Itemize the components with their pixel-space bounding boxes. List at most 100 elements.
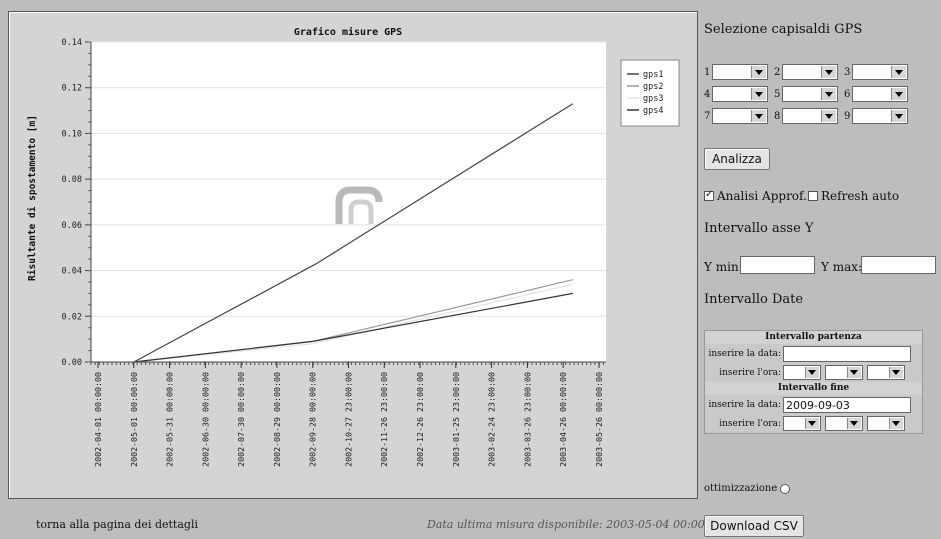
end-minute-select[interactable]: [825, 416, 863, 431]
download-csv-button[interactable]: Download CSV: [704, 515, 804, 537]
selector-row-2: 4 5 6: [704, 85, 914, 103]
analisi-label: Analisi Approf.: [717, 189, 807, 203]
gps-select-9[interactable]: [852, 108, 908, 124]
chevron-down-icon: [821, 66, 836, 78]
chevron-down-icon: [751, 88, 766, 100]
chevron-down-icon: [805, 418, 819, 429]
chevron-down-icon: [889, 367, 903, 378]
x-tick-label: 2002-08-29 00:00:00: [272, 372, 282, 467]
chevron-down-icon: [751, 110, 766, 122]
x-tick-label: 2003-01-25 23:00:00: [451, 372, 461, 467]
start-hour-select[interactable]: [783, 365, 821, 380]
y-tick-label: 0.08: [62, 175, 82, 185]
y-axis-label: Risultante di spostamento [m]: [27, 115, 38, 281]
selector-row-1: 1 2 3: [704, 63, 914, 81]
y-tick-label: 0.12: [62, 84, 82, 94]
gps-select-4[interactable]: [712, 86, 768, 102]
y-tick-label: 0.14: [62, 38, 82, 48]
legend-label: gps1: [643, 70, 663, 80]
gps-select-5[interactable]: [782, 86, 838, 102]
x-tick-label: 2002-09-28 00:00:00: [308, 372, 318, 467]
gps-select-7[interactable]: [712, 108, 768, 124]
end-hour-select[interactable]: [783, 416, 821, 431]
ymin-label: Y min:: [704, 260, 743, 274]
chevron-down-icon: [821, 110, 836, 122]
gps-chart: 0.00 0.02 0.04 0.06 0.08 0.10 0.12 0.14 2002-04-…: [8, 11, 698, 499]
gps-select-6[interactable]: [852, 86, 908, 102]
selector-number: 5: [774, 88, 781, 100]
analyze-button[interactable]: Analizza: [704, 148, 770, 170]
legend: gps1 gps2 gps3 gps4: [620, 59, 680, 127]
chart-title: Grafico misure GPS: [294, 26, 402, 38]
legend-label: gps4: [643, 106, 663, 116]
selector-number: 6: [844, 88, 851, 100]
analisi-approf-checkbox[interactable]: Analisi Approf.: [704, 189, 807, 203]
x-tick-label: 2003-05-26 00:00:00: [594, 372, 604, 467]
start-second-select[interactable]: [867, 365, 905, 380]
end-time-label: inserire l'ora:: [719, 418, 781, 429]
chevron-down-icon: [847, 418, 861, 429]
chevron-down-icon: [889, 418, 903, 429]
end-header: Intervallo fine: [705, 382, 922, 395]
legend-label: gps3: [643, 94, 663, 104]
chevron-down-icon: [891, 110, 906, 122]
x-tick-label: 2002-05-01 00:00:00: [129, 372, 139, 467]
checkbox-icon: [808, 191, 818, 201]
start-time-label: inserire l'ora:: [719, 367, 781, 378]
refresh-auto-checkbox[interactable]: Refresh auto: [808, 189, 899, 203]
x-tick-label: 2003-04-26 00:00:00: [558, 372, 568, 467]
x-tick-label: 2002-07-30 00:00:00: [236, 372, 246, 467]
x-tick-label: 2002-04-01 00:00:00: [93, 372, 103, 467]
chevron-down-icon: [891, 88, 906, 100]
refresh-label: Refresh auto: [821, 189, 900, 203]
selector-row-3: 7 8 9: [704, 107, 914, 125]
optimization-label: ottimizzazione: [704, 483, 778, 494]
y-tick-label: 0.02: [62, 312, 82, 322]
y-tick-label: 0.10: [62, 129, 82, 139]
checkbox-icon: [704, 189, 714, 201]
gps-select-3[interactable]: [852, 64, 908, 80]
chevron-down-icon: [805, 367, 819, 378]
selector-number: 2: [774, 66, 781, 78]
selector-number: 7: [704, 110, 711, 122]
chevron-down-icon: [821, 88, 836, 100]
x-tick-label: 2002-06-30 00:00:00: [200, 372, 210, 467]
selector-number: 1: [704, 66, 711, 78]
chevron-down-icon: [751, 66, 766, 78]
plot-area: [91, 42, 606, 362]
chevron-down-icon: [891, 66, 906, 78]
y-tick-label: 0.00: [62, 358, 82, 368]
start-date-label: inserire la data:: [708, 348, 781, 359]
y-tick-label: 0.04: [62, 267, 82, 277]
start-minute-select[interactable]: [825, 365, 863, 380]
back-to-details-link[interactable]: torna alla pagina dei dettagli: [36, 518, 198, 531]
selector-number: 4: [704, 88, 711, 100]
last-measure-date: Data ultima misura disponibile: 2003-05-…: [427, 518, 723, 531]
ymax-input[interactable]: [861, 256, 936, 274]
panel-title: Selezione capisaldi GPS: [704, 22, 863, 37]
x-tick-label: 2002-10-27 23:00:00: [343, 372, 353, 467]
x-tick-label: 2003-03-26 23:00:00: [522, 372, 532, 467]
ymin-input[interactable]: [740, 256, 815, 274]
gps-select-8[interactable]: [782, 108, 838, 124]
gps-select-1[interactable]: [712, 64, 768, 80]
legend-label: gps2: [643, 82, 663, 92]
x-tick-label: 2002-11-26 23:00:00: [379, 372, 389, 467]
selector-number: 3: [844, 66, 851, 78]
x-tick-label: 2002-12-26 23:00:00: [415, 372, 425, 467]
date-range-title: Intervallo Date: [704, 292, 804, 307]
optimization-option: ottimizzazione: [704, 483, 791, 494]
gps-select-2[interactable]: [782, 64, 838, 80]
y-range-title: Intervallo asse Y: [704, 221, 814, 236]
selector-number: 8: [774, 110, 781, 122]
x-tick-label: 2003-02-24 23:00:00: [487, 372, 497, 467]
optimization-radio[interactable]: [780, 483, 791, 494]
y-tick-label: 0.06: [62, 221, 82, 231]
end-date-input[interactable]: 2009-09-03: [783, 396, 911, 413]
start-date-input[interactable]: [783, 345, 911, 362]
chevron-down-icon: [847, 367, 861, 378]
control-panel: Selezione capisaldi GPS 1 2 3 4 5 6 7 8 …: [704, 0, 941, 539]
end-second-select[interactable]: [867, 416, 905, 431]
start-header: Intervallo partenza: [705, 331, 922, 344]
selector-number: 9: [844, 110, 851, 122]
